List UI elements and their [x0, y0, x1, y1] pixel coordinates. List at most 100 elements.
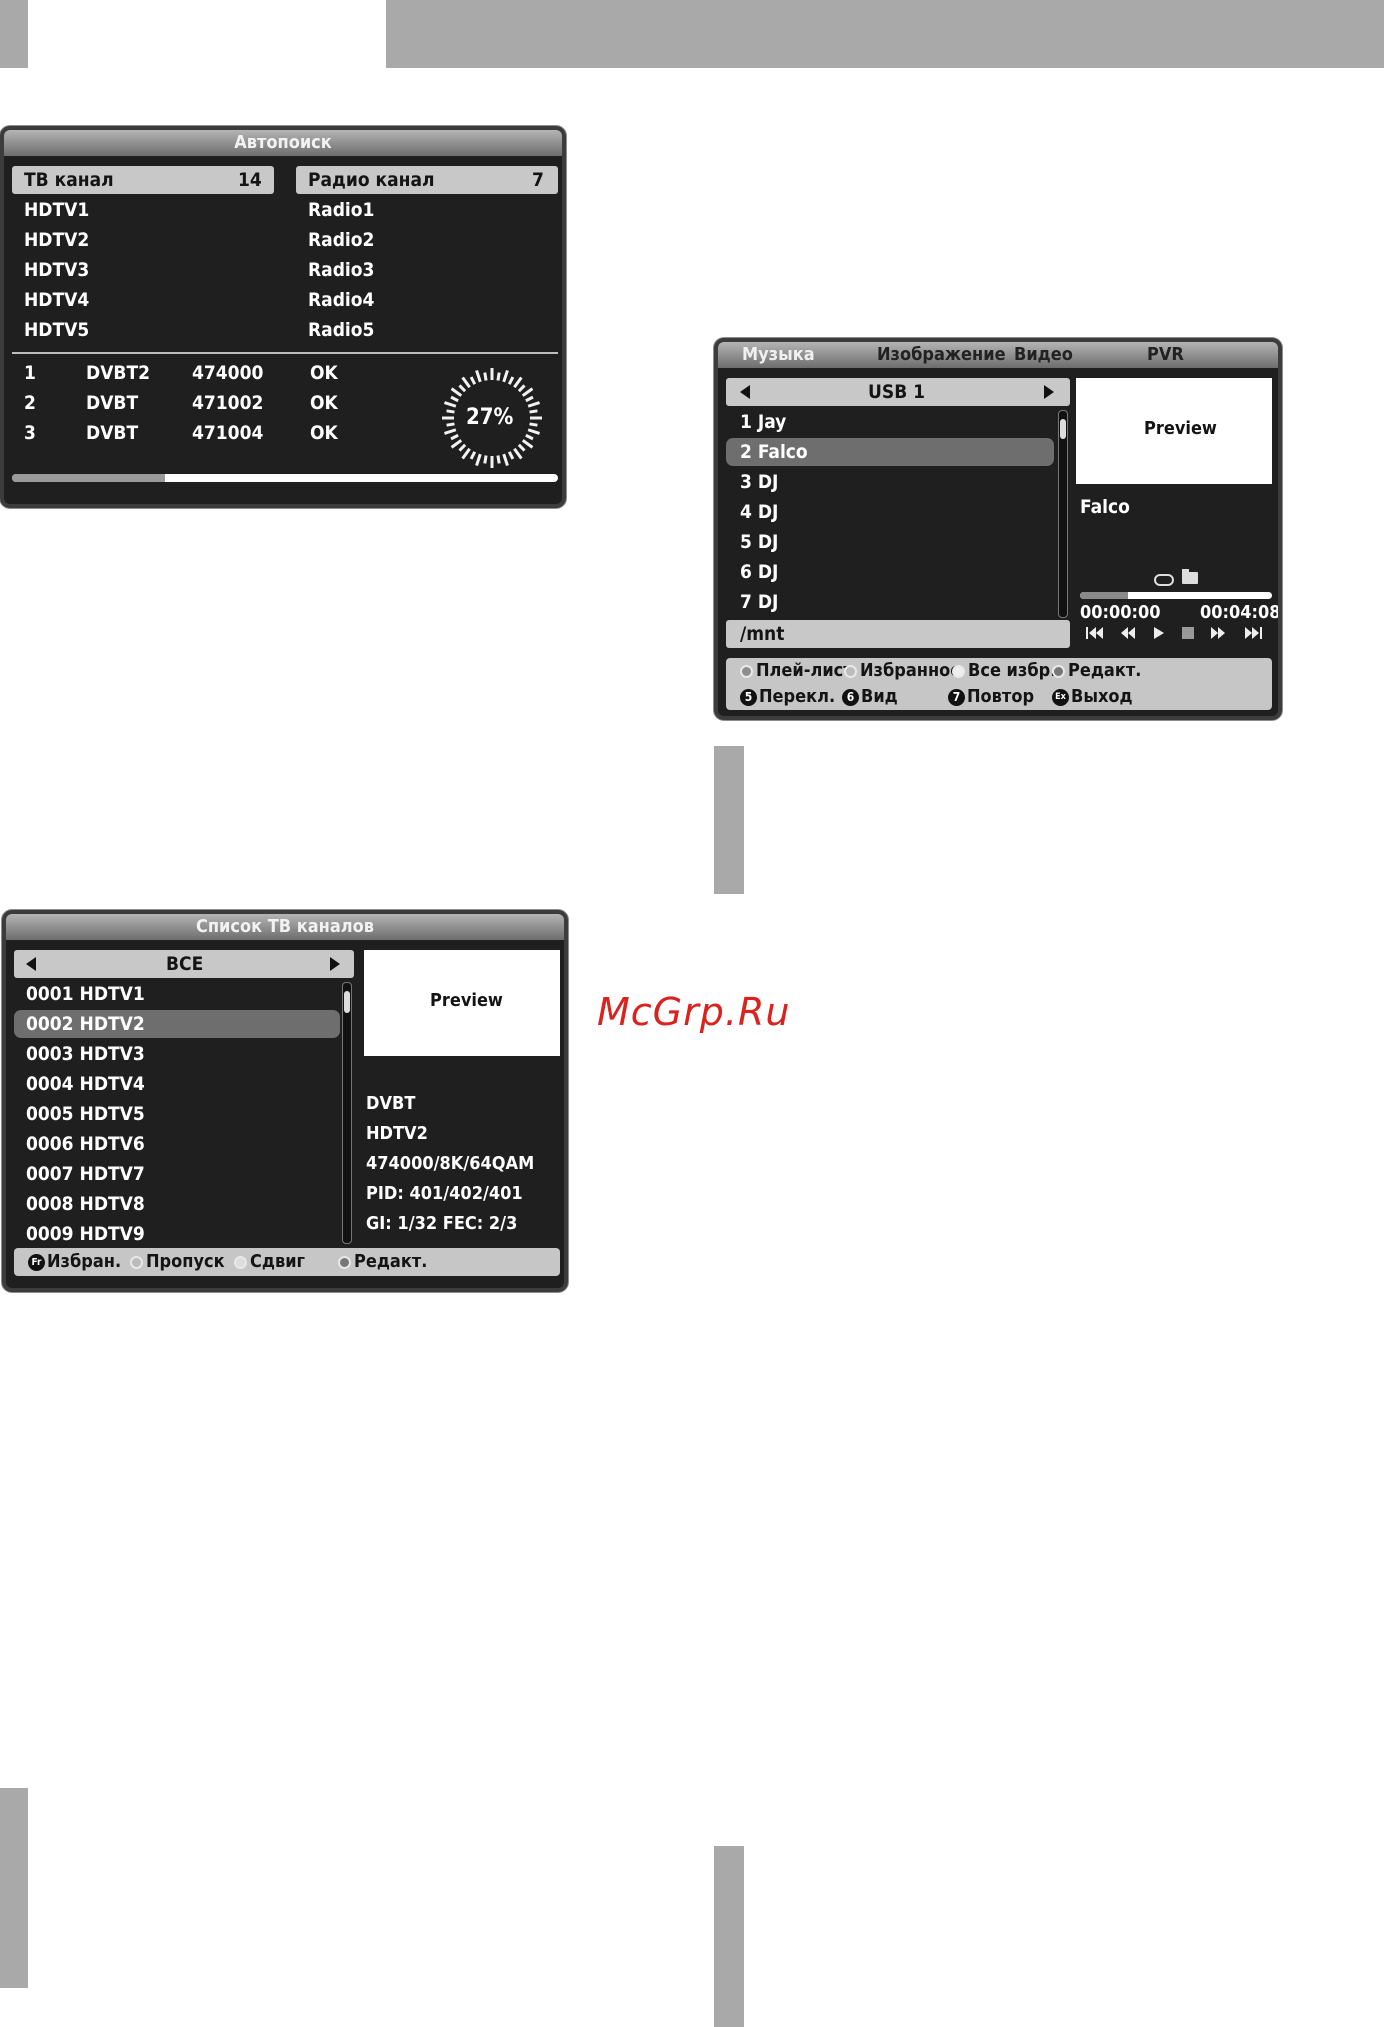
source-next-arrow-icon[interactable]: [1044, 385, 1054, 399]
footer-edit[interactable]: Редакт.: [338, 1249, 427, 1275]
footer-repeat-label: Повтор: [967, 686, 1035, 707]
footer-favorite[interactable]: Fr Избран.: [28, 1249, 121, 1275]
dial-tick: [521, 439, 534, 449]
track-scrollbar-thumb[interactable]: [1060, 419, 1066, 439]
track-scrollbar[interactable]: [1058, 410, 1068, 618]
channel-item[interactable]: 0008 HDTV8: [26, 1191, 145, 1217]
folder-icon[interactable]: [1182, 572, 1198, 584]
radio-channel-count: 7: [532, 169, 544, 191]
footer-repeat[interactable]: 7 Повтор: [948, 684, 1034, 710]
dial-tick: [483, 372, 488, 381]
channel-info-line: HDTV2: [366, 1123, 428, 1144]
footer-switch-label: Перекл.: [759, 686, 836, 707]
next-track-icon[interactable]: [1244, 626, 1262, 640]
channel-item[interactable]: 0005 HDTV5: [26, 1101, 145, 1127]
time-current: 00:00:00: [1080, 602, 1161, 623]
footer-edit[interactable]: Редакт.: [1052, 658, 1141, 684]
track-item[interactable]: 7 DJ: [740, 589, 778, 615]
footer-move[interactable]: Сдвиг: [234, 1249, 305, 1275]
tab-images[interactable]: Изображение: [877, 342, 1006, 368]
dial-tick: [525, 433, 534, 441]
playback-progress-bar[interactable]: [1080, 592, 1272, 599]
footer-switch[interactable]: 5 Перекл.: [740, 684, 835, 710]
folder-icon-tab: [1182, 569, 1189, 573]
dial-tick: [513, 447, 523, 460]
track-item[interactable]: 1 Jay: [740, 409, 786, 435]
footer-all-favorites[interactable]: Все избр.: [952, 658, 1056, 684]
scan-progress-fill: [12, 474, 165, 482]
channel-item[interactable]: 0002 HDTV2: [26, 1011, 145, 1037]
track-item[interactable]: 4 DJ: [740, 499, 778, 525]
filter-prev-arrow-icon[interactable]: [26, 957, 36, 971]
channel-list-panel: Список ТВ каналов ВСЕ 0001 HDTV1 0002 HD…: [2, 910, 568, 1292]
dial-tick: [525, 395, 534, 403]
footer-favorite-label: Избран.: [47, 1251, 122, 1272]
scan-row-type: DVBT: [86, 422, 139, 444]
tab-video[interactable]: Видео: [1014, 342, 1073, 368]
channel-item[interactable]: 0004 HDTV4: [26, 1071, 145, 1097]
footer-exit-label: Выход: [1071, 686, 1133, 707]
dial-tick: [496, 455, 501, 464]
track-item[interactable]: 6 DJ: [740, 559, 778, 585]
filter-label: ВСЕ: [166, 953, 204, 975]
stop-icon[interactable]: [1182, 627, 1194, 639]
footer-playlist[interactable]: Плей-лист: [740, 658, 853, 684]
dial-tick: [443, 401, 457, 408]
dial-tick: [450, 387, 463, 397]
scan-row-type: DVBT: [86, 392, 139, 414]
gray-button-icon: [844, 664, 857, 678]
tv-channel-item: HDTV4: [24, 289, 90, 311]
footer-favorites[interactable]: Избранное: [844, 658, 961, 684]
autosearch-panel: Автопоиск ТВ канал 14 Радио канал 7 HDTV…: [0, 126, 566, 508]
channel-item[interactable]: 0006 HDTV6: [26, 1131, 145, 1157]
scan-row-freq: 471002: [192, 392, 264, 414]
channel-item[interactable]: 0009 HDTV9: [26, 1221, 145, 1247]
footer-view[interactable]: 6 Вид: [842, 684, 898, 710]
dial-tick: [475, 453, 482, 467]
footer-exit[interactable]: Ex Выход: [1052, 684, 1133, 710]
channel-item[interactable]: 0001 HDTV1: [26, 981, 145, 1007]
dial-tick: [521, 387, 534, 397]
dial-tick: [529, 409, 538, 414]
header-gray-block-left: [0, 0, 28, 68]
channel-item[interactable]: 0003 HDTV3: [26, 1041, 145, 1067]
dial-tick: [527, 428, 541, 435]
footer-playlist-label: Плей-лист: [756, 660, 853, 681]
dial-tick: [446, 422, 455, 427]
margin-marker-right-1: [714, 746, 744, 894]
key-6-icon: 6: [842, 688, 859, 706]
margin-marker-right-2: [714, 1846, 744, 2027]
dial-tick: [496, 372, 501, 381]
fast-forward-icon[interactable]: [1210, 626, 1226, 640]
tv-channel-item: HDTV2: [24, 229, 90, 251]
scan-row-num: 2: [24, 392, 36, 414]
preview-label: Preview: [1144, 418, 1217, 439]
prev-track-icon[interactable]: [1086, 626, 1104, 640]
fav-key-icon: Fr: [28, 1253, 45, 1271]
track-item[interactable]: 5 DJ: [740, 529, 778, 555]
key-5-icon: 5: [740, 688, 757, 706]
dial-tick: [450, 433, 459, 441]
gray-button-icon: [338, 1255, 351, 1269]
playback-progress-fill: [1080, 592, 1128, 599]
radio-channel-item: Radio2: [308, 229, 375, 251]
rewind-icon[interactable]: [1120, 626, 1136, 640]
play-icon[interactable]: [1152, 626, 1166, 640]
dial-tick: [517, 443, 526, 452]
footer-skip[interactable]: Пропуск: [130, 1249, 225, 1275]
channel-scrollbar-thumb[interactable]: [344, 991, 350, 1013]
now-playing-title: Falco: [1080, 496, 1130, 518]
footer-edit-label: Редакт.: [1068, 660, 1142, 681]
scan-row-type: DVBT2: [86, 362, 151, 384]
tab-music[interactable]: Музыка: [742, 342, 815, 368]
track-item[interactable]: 3 DJ: [740, 469, 778, 495]
tab-pvr[interactable]: PVR: [1147, 342, 1184, 368]
scan-row-freq: 471004: [192, 422, 264, 444]
filter-next-arrow-icon[interactable]: [330, 957, 340, 971]
source-prev-arrow-icon[interactable]: [740, 385, 750, 399]
channel-scrollbar[interactable]: [342, 982, 352, 1244]
footer-favorites-label: Избранное: [860, 660, 962, 681]
track-item[interactable]: 2 Falco: [740, 439, 808, 465]
channel-item[interactable]: 0007 HDTV7: [26, 1161, 145, 1187]
repeat-icon[interactable]: [1154, 574, 1174, 586]
